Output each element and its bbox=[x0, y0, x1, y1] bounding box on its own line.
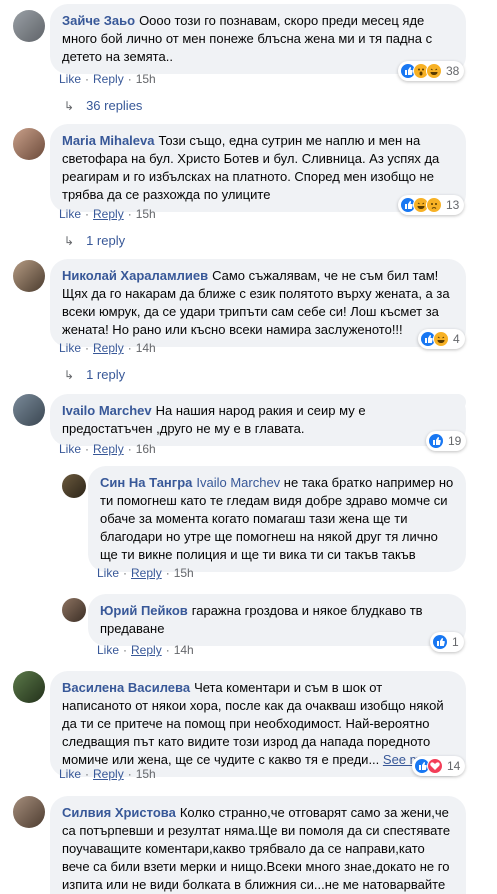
reaction-count: 14 bbox=[447, 759, 461, 773]
reply-2: Юрий Пейков гаражна гроздова и някое блуд… bbox=[0, 590, 497, 660]
reply-button[interactable]: Reply bbox=[93, 207, 124, 221]
reply-button[interactable]: Reply bbox=[131, 566, 162, 580]
like-reaction-icon bbox=[428, 433, 444, 449]
comment-author[interactable]: Силвия Христова bbox=[62, 805, 176, 820]
timestamp[interactable]: 14h bbox=[174, 643, 194, 657]
reaction-summary[interactable]: 1 bbox=[430, 632, 464, 652]
reaction-summary[interactable]: 13 bbox=[398, 195, 465, 215]
haha-reaction-icon bbox=[426, 63, 442, 79]
replies-count: 36 replies bbox=[86, 98, 143, 113]
comment-actions: Like · Reply · 14h bbox=[59, 341, 156, 355]
reply-button[interactable]: Reply bbox=[93, 341, 124, 355]
reply-actions: Like · Reply · 14h bbox=[97, 643, 194, 657]
like-button[interactable]: Like bbox=[97, 566, 119, 580]
timestamp[interactable]: 15h bbox=[136, 207, 156, 221]
comment-bubble: Василена Василева Чета коментари и съм в … bbox=[50, 671, 466, 777]
like-button[interactable]: Like bbox=[59, 207, 81, 221]
like-button[interactable]: Like bbox=[59, 442, 81, 456]
replies-count: 1 reply bbox=[86, 233, 126, 248]
reaction-count: 13 bbox=[446, 198, 460, 212]
avatar[interactable] bbox=[62, 474, 86, 498]
reaction-summary[interactable]: 19 bbox=[426, 431, 467, 451]
like-button[interactable]: Like bbox=[97, 643, 119, 657]
like-button[interactable]: Like bbox=[59, 767, 81, 781]
comment-2: Maria Mihaleva Този също, една сутрин ме … bbox=[0, 120, 497, 255]
comment-author[interactable]: Maria Mihaleva bbox=[62, 133, 155, 148]
reaction-count: 38 bbox=[446, 64, 460, 78]
reply-button[interactable]: Reply bbox=[93, 442, 124, 456]
view-replies-link[interactable]: ↳ 1 reply bbox=[64, 367, 125, 382]
reaction-summary[interactable]: 38 bbox=[398, 61, 465, 81]
avatar[interactable] bbox=[13, 128, 45, 160]
like-reaction-icon bbox=[432, 634, 448, 650]
comment-4: Ivailo Marchev На нашия народ ракия и сеи… bbox=[0, 390, 497, 460]
view-replies-link[interactable]: ↳ 36 replies bbox=[64, 98, 142, 113]
reply-arrow-icon: ↳ bbox=[64, 98, 75, 113]
comment-author[interactable]: Зайче Заьо bbox=[62, 13, 135, 28]
comment-bubble: Силвия Христова Колко странно,че отговаря… bbox=[50, 796, 466, 894]
love-reaction-icon bbox=[427, 758, 443, 774]
comment-author[interactable]: Василена Василева bbox=[62, 680, 190, 695]
replies-count: 1 reply bbox=[86, 367, 126, 382]
comment-actions: Like · Reply · 15h bbox=[59, 767, 156, 781]
comment-3: Николай Хараламлиев Само съжалявам, че не… bbox=[0, 255, 497, 390]
timestamp[interactable]: 15h bbox=[174, 566, 194, 580]
sad-reaction-icon bbox=[426, 197, 442, 213]
timestamp[interactable]: 15h bbox=[136, 72, 156, 86]
reply-author[interactable]: Юрий Пейков bbox=[100, 603, 188, 618]
reply-actions: Like · Reply · 15h bbox=[97, 566, 194, 580]
reply-button[interactable]: Reply bbox=[131, 643, 162, 657]
like-button[interactable]: Like bbox=[59, 72, 81, 86]
reply-bubble: Юрий Пейков гаражна гроздова и някое блуд… bbox=[88, 594, 466, 646]
avatar[interactable] bbox=[62, 598, 86, 622]
reply-button[interactable]: Reply bbox=[93, 767, 124, 781]
reaction-summary[interactable]: 14 bbox=[412, 756, 466, 776]
comment-actions: Like · Reply · 15h bbox=[59, 207, 156, 221]
like-button[interactable]: Like bbox=[59, 341, 81, 355]
comment-actions: Like · Reply · 15h bbox=[59, 72, 156, 86]
reaction-count: 4 bbox=[453, 332, 460, 346]
reaction-summary[interactable]: 4 bbox=[418, 329, 465, 349]
comment-bubble: Николай Хараламлиев Само съжалявам, че не… bbox=[50, 259, 466, 347]
reply-arrow-icon: ↳ bbox=[64, 233, 75, 248]
reply-bubble: Син На Тангра Ivailo Marchev не така брат… bbox=[88, 466, 466, 572]
comment-5: Василена Василева Чета коментари и съм в … bbox=[0, 667, 497, 787]
reply-arrow-icon: ↳ bbox=[64, 367, 75, 382]
comment-author[interactable]: Николай Хараламлиев bbox=[62, 268, 208, 283]
timestamp[interactable]: 16h bbox=[136, 442, 156, 456]
comment-1: Зайче Заьо Оооо този го познавам, скоро п… bbox=[0, 0, 497, 120]
haha-reaction-icon bbox=[433, 331, 449, 347]
view-replies-link[interactable]: ↳ 1 reply bbox=[64, 233, 125, 248]
comment-6: Силвия Христова Колко странно,че отговаря… bbox=[0, 792, 497, 894]
comment-actions: Like · Reply · 16h bbox=[59, 442, 156, 456]
reply-button[interactable]: Reply bbox=[93, 72, 124, 86]
mention[interactable]: Ivailo Marchev bbox=[196, 475, 280, 490]
timestamp[interactable]: 15h bbox=[136, 767, 156, 781]
reply-1: Син На Тангра Ivailo Marchev не така брат… bbox=[0, 462, 497, 592]
comment-bubble-main: Ivailo Marchev На нашия народ ракия и сеи… bbox=[50, 394, 466, 446]
avatar[interactable] bbox=[13, 260, 45, 292]
reply-author[interactable]: Син На Тангра bbox=[100, 475, 192, 490]
avatar[interactable] bbox=[13, 10, 45, 42]
comment-author[interactable]: Ivailo Marchev bbox=[62, 403, 152, 418]
reaction-count: 19 bbox=[448, 434, 462, 448]
avatar[interactable] bbox=[13, 796, 45, 828]
avatar[interactable] bbox=[13, 394, 45, 426]
reaction-count: 1 bbox=[452, 635, 459, 649]
timestamp[interactable]: 14h bbox=[136, 341, 156, 355]
avatar[interactable] bbox=[13, 671, 45, 703]
